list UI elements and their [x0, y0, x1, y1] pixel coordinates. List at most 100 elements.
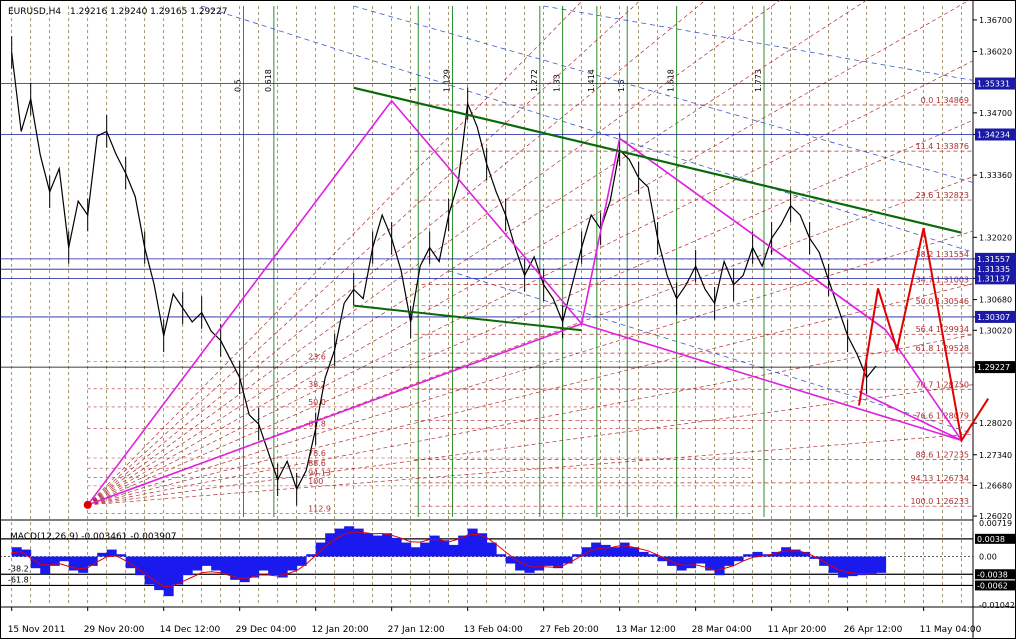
macd-bar [448, 544, 459, 557]
macd-bar [676, 556, 687, 571]
macd-bar [686, 556, 697, 569]
price-tick-label: 1.35331 [977, 80, 1010, 89]
macd-bar [714, 556, 725, 576]
fib-level-label: 88.6 1.27235 [916, 451, 969, 460]
price-tick-label: 1.31557 [977, 255, 1010, 264]
chart-svg: 0.5 0.618 1 1.129 1.272 1.33 1.414 1.5 1.618 1.77… [0, 0, 1016, 639]
macd-bar [467, 528, 478, 557]
fib-time-label: 1.773 [754, 69, 763, 92]
macd-bar [78, 556, 89, 573]
fib-time-label: 1.5 [617, 79, 626, 92]
time-label: 13 Feb 04:00 [464, 625, 523, 635]
macd-bar [182, 556, 193, 576]
macd-bar [382, 533, 393, 557]
time-label: 27 Jan 12:00 [388, 625, 445, 635]
time-label: 26 Apr 12:00 [844, 625, 903, 635]
trend-projection-line [201, 5, 974, 253]
macd-bar [410, 547, 421, 557]
macd-bar [562, 556, 573, 564]
macd-level-label: -38.2 [8, 564, 29, 573]
price-tick-label: 1.30680 [979, 296, 1012, 305]
fib-level-label: 100 [308, 477, 323, 486]
price-tick-label: 1.26020 [979, 512, 1012, 521]
fib-level-label: 11.4 1.33876 [916, 142, 969, 151]
macd-bar [268, 556, 279, 576]
fib-time-label: 1.618 [667, 69, 676, 92]
fib-time-label: 1.272 [530, 69, 539, 92]
fib-level-label: 50.0 [308, 398, 326, 407]
time-label: 15 Nov 2011 [8, 625, 66, 635]
fib-level-label: 50.0 1.30546 [916, 297, 969, 306]
fib-time-label: 0.618 [264, 69, 273, 92]
fib-level-label: 34.7 1.31003 [916, 276, 969, 285]
macd-bar [876, 556, 887, 573]
price-axis: 1.36700 1.36020 1.35331 1.34700 1.34234 1.333… [973, 16, 1016, 521]
macd-bar [372, 535, 383, 557]
price-tick-label: 1.34234 [977, 130, 1010, 139]
macd-level-label: -61.8 [8, 575, 29, 584]
macd-label: MACD(12,26,9) -0.003461 -0.003907 [10, 532, 176, 542]
time-label: 29 Dec 04:00 [236, 625, 297, 635]
price-tick-label: 1.30020 [979, 326, 1012, 335]
fib-level-label: 0.0 1.34869 [921, 96, 969, 105]
macd-bar [344, 526, 355, 557]
ohlc-header: 1.29216 1.29240 1.29165 1.29227 [70, 7, 227, 17]
macd-bar [866, 556, 877, 575]
macd-bar [173, 556, 184, 585]
chart-window: 0.5 0.618 1 1.129 1.272 1.33 1.414 1.5 1.618 1.77… [0, 0, 1016, 639]
macd-bar [258, 556, 269, 571]
macd-bar [220, 556, 231, 575]
pattern-point-x [83, 500, 92, 509]
time-label: 11 May 04:00 [920, 625, 982, 635]
macd-tick-label: -0.0062 [977, 581, 1008, 590]
fib-level-label: 88.6 [308, 459, 326, 468]
price-series [11, 36, 877, 506]
fib-level-label: 112.9 [308, 504, 331, 513]
macd-bar [610, 547, 621, 557]
macd-bar [249, 556, 260, 578]
macd-bar [505, 556, 516, 564]
macd-bar [857, 556, 868, 576]
price-tick-label: 1.36020 [979, 48, 1012, 57]
symbol-label: EURUSD,H4 [8, 7, 61, 17]
time-label: 14 Dec 12:00 [160, 625, 221, 635]
time-axis: 15 Nov 2011 29 Nov 20:00 14 Dec 12:00 29 De… [8, 607, 982, 635]
time-label: 27 Feb 20:00 [540, 625, 599, 635]
macd-bar [838, 556, 849, 578]
macd-bar [733, 556, 744, 562]
macd-bar [287, 556, 298, 571]
price-tick-label: 1.36700 [979, 16, 1012, 25]
price-tick-label: 1.34700 [979, 109, 1012, 118]
fib-level-label: 23.6 1.32823 [916, 191, 969, 200]
fib-time-label: 1.33 [553, 74, 562, 92]
price-tick-label: 1.30307 [977, 313, 1010, 322]
price-tick-label: 1.28020 [979, 419, 1012, 428]
macd-tick-label: 0.0038 [977, 535, 1005, 544]
price-tick-label: 1.31137 [977, 274, 1010, 283]
macd-bar [724, 556, 735, 566]
macd-tick-label: -0.0038 [977, 570, 1008, 579]
fib-level-label: 94.13 1.26734 [910, 474, 969, 483]
macd-bar [534, 556, 545, 571]
macd-bar [97, 552, 108, 557]
macd-bar [486, 542, 497, 557]
trend-channel [353, 86, 962, 332]
macd-bar [59, 556, 70, 562]
macd-bar [420, 542, 431, 557]
chart-frame [0, 0, 1016, 639]
price-tick-label: 1.27340 [979, 451, 1012, 460]
macd-bar [743, 554, 754, 557]
macd-bar [543, 556, 554, 566]
main-grid [0, 0, 1016, 639]
macd-bar [201, 556, 212, 566]
macd-bar [391, 537, 402, 557]
time-label: 13 Mar 12:00 [616, 625, 676, 635]
price-tick-label: 1.33360 [979, 171, 1012, 180]
time-label: 12 Jan 20:00 [312, 625, 369, 635]
chart-labels: EURUSD,H4 1.29216 1.29240 1.29165 1.2922… [8, 7, 227, 542]
time-label: 29 Nov 20:00 [84, 625, 145, 635]
macd-bar [619, 542, 630, 557]
macd-bar [192, 556, 203, 571]
macd-bar [439, 540, 450, 557]
macd-bar [638, 551, 649, 557]
